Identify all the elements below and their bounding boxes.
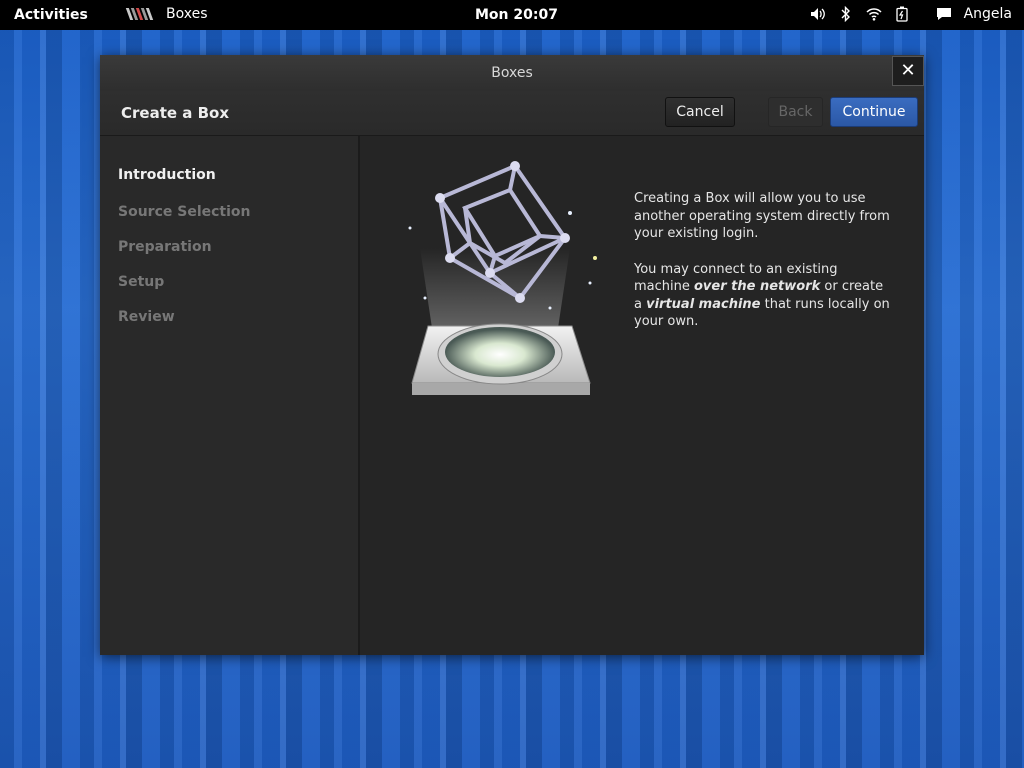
window-title: Boxes: [491, 65, 533, 81]
boxes-hologram-illustration: [408, 161, 597, 395]
user-menu[interactable]: Angela: [964, 6, 1012, 22]
activities-button[interactable]: Activities: [14, 7, 88, 23]
close-icon: ✕: [900, 60, 916, 81]
wizard-steps-sidebar: Introduction Source Selection Preparatio…: [100, 136, 360, 655]
continue-button[interactable]: Continue: [830, 97, 918, 127]
over-the-network-emphasis: over the network: [694, 279, 821, 294]
step-review: Review: [118, 309, 175, 325]
step-source-selection: Source Selection: [118, 204, 251, 220]
system-tray: Angela: [810, 6, 1012, 22]
top-bar: Activities Boxes Mon 20:07 Angela: [0, 0, 1024, 30]
header-bar: Create a Box Cancel Back Continue: [100, 91, 924, 136]
intro-paragraph-1: Creating a Box will allow you to use ano…: [634, 191, 890, 241]
cancel-button[interactable]: Cancel: [665, 97, 735, 127]
wizard-content: Creating a Box will allow you to use ano…: [360, 136, 924, 655]
page-title: Create a Box: [121, 104, 230, 122]
bluetooth-icon[interactable]: [838, 6, 854, 22]
wifi-icon[interactable]: [866, 6, 882, 22]
chat-icon[interactable]: [936, 6, 952, 22]
volume-icon[interactable]: [810, 6, 826, 22]
app-menu[interactable]: Boxes: [125, 6, 208, 22]
boxes-logo-icon: [125, 6, 156, 22]
introduction-text: Creating a Box will allow you to use ano…: [634, 190, 894, 349]
step-introduction: Introduction: [118, 167, 216, 183]
boxes-window: Boxes ✕ Create a Box Cancel Back Continu…: [100, 55, 924, 655]
virtual-machine-emphasis: virtual machine: [646, 296, 761, 312]
window-titlebar[interactable]: Boxes: [100, 55, 924, 91]
step-setup: Setup: [118, 274, 165, 290]
close-button[interactable]: ✕: [892, 56, 924, 86]
intro-paragraph-2: You may connect to an existing machine o…: [634, 261, 890, 330]
clock[interactable]: Mon 20:07: [475, 7, 558, 23]
app-menu-label: Boxes: [166, 6, 208, 22]
battery-icon[interactable]: [894, 6, 910, 22]
back-button[interactable]: Back: [768, 97, 823, 127]
step-preparation: Preparation: [118, 239, 212, 255]
